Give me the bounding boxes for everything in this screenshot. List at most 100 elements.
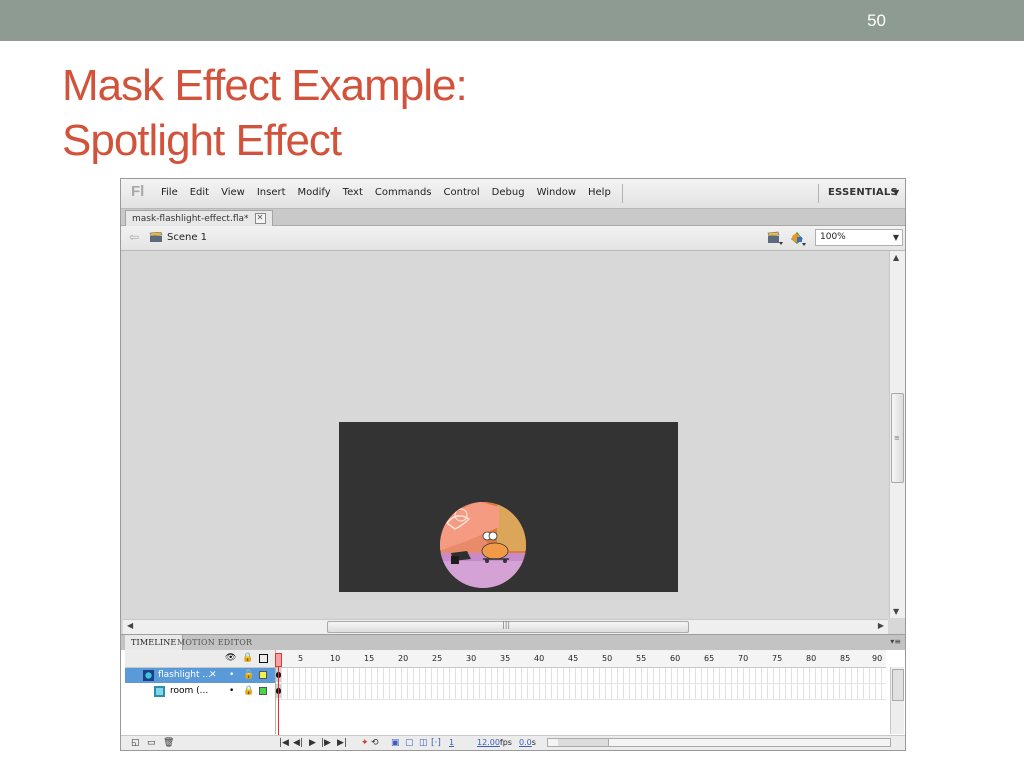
timeline-vertical-scrollbar[interactable] [890,667,904,734]
frame-ruler[interactable]: 5 10 15 20 25 30 35 40 45 50 55 60 65 70… [276,650,886,668]
scroll-thumb[interactable]: ||| [327,620,689,633]
lock-icon[interactable]: 🔒 [243,668,254,683]
edit-multiple-icon[interactable]: ◫ [419,736,428,750]
menu-view[interactable]: View [221,187,245,198]
zoom-value: 100% [820,232,846,242]
menu-text[interactable]: Text [343,187,363,198]
menu-items: File Edit View Insert Modify Text Comman… [161,187,623,198]
lock-icon[interactable]: 🔒 [243,684,254,699]
mask-layer-icon [143,670,154,681]
step-forward-icon[interactable]: |▶ [321,736,331,750]
timeline-panel-tabs: TIMELINE MOTION EDITOR ▾≡ [121,634,905,651]
scroll-up-icon[interactable]: ▲ [893,253,899,262]
frame-rate-unit: fps [499,738,512,747]
ruler-label: 75 [772,654,783,663]
scroll-thumb[interactable] [892,669,904,701]
current-frame[interactable]: 1 [449,736,454,750]
eye-icon[interactable]: 👁 [225,654,236,663]
ruler-label: 40 [534,654,545,663]
loop-icon[interactable]: ⟲ [371,736,379,750]
go-to-first-icon[interactable]: |◀ [279,736,289,750]
menu-commands[interactable]: Commands [375,187,432,198]
layer-color-swatch[interactable] [259,671,267,679]
elapsed-time[interactable]: 0.0s [519,736,536,750]
menu-file[interactable]: File [161,187,178,198]
menu-divider [622,184,623,203]
layer-name: flashlight ... [158,670,211,680]
back-arrow-icon[interactable]: ⇦ [129,230,139,244]
frame-rate-value[interactable]: 12.00 [477,738,500,747]
pasteboard[interactable] [123,251,888,618]
layer-row-room[interactable]: room (... • 🔒 [125,684,275,699]
flash-logo: Fl [131,183,145,200]
ruler-label: 25 [432,654,443,663]
scroll-thumb[interactable] [558,739,609,746]
elapsed-time-value[interactable]: 0.0 [519,738,532,747]
workspace-switcher[interactable]: ESSENTIALS [828,187,898,198]
onion-skin-icon[interactable]: ▣ [391,736,400,750]
menu-debug[interactable]: Debug [492,187,525,198]
center-frame-icon[interactable]: ✦ [361,736,369,750]
stage[interactable] [339,422,678,592]
layer-row-flashlight[interactable]: flashlight ... ✕ • 🔒 [125,668,275,683]
stage-vertical-scrollbar[interactable]: ▲ ≡ ▼ [889,251,905,618]
layer-color-swatch[interactable] [259,687,267,695]
step-back-icon[interactable]: ◀| [293,736,303,750]
menu-control[interactable]: Control [444,187,480,198]
visible-dot[interactable]: • [229,668,234,683]
elapsed-time-unit: s [531,738,536,747]
frame-rate[interactable]: 12.00fps [477,736,512,750]
flash-app-window: Fl File Edit View Insert Modify Text Com… [120,178,906,751]
edit-symbols-icon[interactable] [789,230,807,246]
scene-clapper-icon [149,232,163,242]
ruler-label: 50 [602,654,613,663]
ruler-label: 35 [500,654,511,663]
ruler-label: 90 [872,654,883,663]
spotlight-mask-view [440,502,526,588]
menu-window[interactable]: Window [537,187,576,198]
edit-bar: ⇦ Scene 1 100% ▼ [121,226,905,251]
document-tab[interactable]: mask-flashlight-effect.fla* ✕ [125,210,273,226]
scene-label[interactable]: Scene 1 [167,232,207,243]
timeline-footer: ◱ ▭ 🗑 |◀ ◀| ▶ |▶ ▶| ✦ ⟲ ▣ ▢ ◫ [·] 1 12.0… [121,735,905,750]
frame-row-room[interactable] [276,684,886,700]
ruler-label: 55 [636,654,647,663]
scroll-left-icon[interactable]: ◀ [127,621,133,630]
onion-outline-icon[interactable]: ▢ [405,736,414,750]
tab-motion-editor[interactable]: MOTION EDITOR [171,635,258,650]
ruler-label: 60 [670,654,681,663]
scroll-down-icon[interactable]: ▼ [893,607,899,616]
panel-menu-icon[interactable]: ▾≡ [890,637,901,646]
playhead[interactable] [275,650,282,748]
close-icon[interactable]: ✕ [254,213,266,224]
masked-layer-icon [154,686,165,697]
go-to-last-icon[interactable]: ▶| [337,736,347,750]
playhead-marker[interactable] [275,653,282,667]
scroll-thumb[interactable]: ≡ [891,393,904,483]
play-icon[interactable]: ▶ [309,736,316,750]
frame-grid[interactable]: 5 10 15 20 25 30 35 40 45 50 55 60 65 70… [276,650,886,734]
trash-icon[interactable]: 🗑 [163,736,174,750]
lock-icon[interactable]: 🔒 [242,654,253,663]
onion-markers-icon[interactable]: [·] [431,736,441,750]
ruler-label: 10 [330,654,341,663]
chevron-down-icon[interactable]: ▼ [893,188,899,197]
outline-icon[interactable] [259,654,268,663]
scroll-right-icon[interactable]: ▶ [878,621,884,630]
menu-modify[interactable]: Modify [298,187,331,198]
menu-edit[interactable]: Edit [190,187,209,198]
document-tab-bar: mask-flashlight-effect.fla* ✕ [121,209,905,226]
stage-horizontal-scrollbar[interactable]: ◀ ||| ▶ [123,619,888,634]
edit-scene-icon[interactable] [767,231,783,245]
menu-insert[interactable]: Insert [257,187,286,198]
timeline-horizontal-scrollbar[interactable] [547,738,891,747]
visible-dot[interactable]: • [229,684,234,699]
new-folder-icon[interactable]: ▭ [147,736,156,750]
zoom-select[interactable]: 100% ▼ [815,229,903,246]
grip-icon: ≡ [894,434,900,442]
new-layer-icon[interactable]: ◱ [131,736,140,750]
document-tab-label: mask-flashlight-effect.fla* [132,213,249,224]
menu-help[interactable]: Help [588,187,611,198]
frame-row-flashlight[interactable] [276,668,886,684]
ruler-label: 5 [298,654,304,663]
